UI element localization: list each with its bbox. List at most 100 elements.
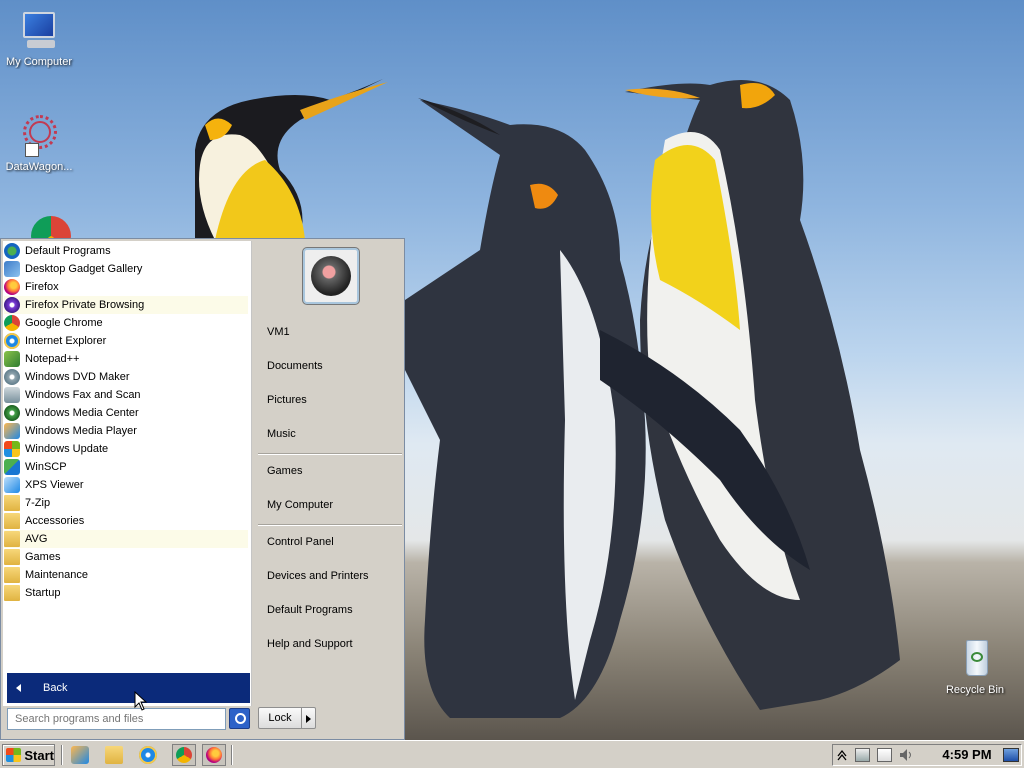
- user-picture[interactable]: [303, 248, 359, 304]
- right-item-default-programs[interactable]: Default Programs: [267, 601, 353, 619]
- program-internet-explorer[interactable]: Internet Explorer: [4, 332, 248, 350]
- program-label: Maintenance: [25, 569, 88, 581]
- search-icon[interactable]: [229, 708, 250, 729]
- right-item-help-and-support[interactable]: Help and Support: [267, 635, 353, 653]
- desktop-icon-datawagon[interactable]: DataWagon...: [2, 115, 76, 174]
- taskbar-separator: [61, 745, 63, 765]
- power-options-arrow-button[interactable]: [302, 707, 316, 729]
- firefox-task-button[interactable]: [202, 744, 226, 766]
- desktop-icon-recycle-bin[interactable]: Recycle Bin: [938, 638, 1012, 697]
- desktop-icon-label: DataWagon...: [5, 161, 73, 173]
- separator: [258, 524, 402, 526]
- right-item-user[interactable]: VM1: [267, 323, 290, 341]
- program-label: Windows Fax and Scan: [25, 389, 141, 401]
- folder-icon: [4, 531, 20, 547]
- action-center-flag-icon[interactable]: [877, 748, 892, 762]
- folder-7-zip[interactable]: 7-Zip: [4, 494, 248, 512]
- separator: [258, 453, 402, 455]
- program-windows-dvd-maker[interactable]: Windows DVD Maker: [4, 368, 248, 386]
- desktop-icon-label: Recycle Bin: [945, 684, 1005, 696]
- shortcut-arrow-icon: [25, 143, 39, 157]
- folder-startup[interactable]: Startup: [4, 584, 248, 602]
- show-hidden-icons-icon[interactable]: [837, 748, 852, 762]
- right-item-documents[interactable]: Documents: [267, 357, 323, 375]
- folder-avg[interactable]: AVG: [4, 530, 248, 548]
- program-label: Windows Update: [25, 443, 109, 455]
- explorer-folder-icon[interactable]: [105, 746, 123, 764]
- dvd-maker-icon: [4, 369, 20, 385]
- gadget-gallery-icon: [4, 261, 20, 277]
- volume-icon[interactable]: [899, 748, 914, 762]
- program-desktop-gadget-gallery[interactable]: Desktop Gadget Gallery: [4, 260, 248, 278]
- program-notepad-plus-plus[interactable]: Notepad++: [4, 350, 248, 368]
- folder-icon: [4, 585, 20, 601]
- mouse-cursor-icon: [134, 691, 148, 711]
- default-programs-icon: [4, 243, 20, 259]
- right-item-music[interactable]: Music: [267, 425, 296, 443]
- program-label: XPS Viewer: [25, 479, 84, 491]
- back-button[interactable]: Back: [7, 673, 250, 703]
- search-input[interactable]: [7, 708, 226, 730]
- program-google-chrome[interactable]: Google Chrome: [4, 314, 248, 332]
- program-windows-update[interactable]: Windows Update: [4, 440, 248, 458]
- program-label: AVG: [25, 533, 48, 545]
- chrome-icon: [4, 315, 20, 331]
- right-item-control-panel[interactable]: Control Panel: [267, 533, 334, 551]
- firefox-icon: [206, 747, 222, 763]
- program-label: Notepad++: [25, 353, 80, 365]
- start-menu: Default Programs Desktop Gadget Gallery …: [0, 238, 405, 740]
- lock-button[interactable]: Lock: [258, 707, 302, 729]
- media-center-icon: [4, 405, 20, 421]
- chrome-task-button[interactable]: [172, 744, 196, 766]
- notepad-plus-icon: [4, 351, 20, 367]
- windows-logo-icon: [6, 748, 22, 762]
- start-label: Start: [24, 747, 54, 763]
- right-item-pictures[interactable]: Pictures: [267, 391, 307, 409]
- program-label: Windows DVD Maker: [25, 371, 130, 383]
- program-label: Internet Explorer: [25, 335, 107, 347]
- start-button[interactable]: Start: [2, 744, 55, 766]
- back-arrow-icon: [16, 684, 21, 692]
- right-item-games[interactable]: Games: [267, 462, 302, 480]
- program-label: Desktop Gadget Gallery: [25, 263, 143, 275]
- clock[interactable]: 4:59 PM: [937, 745, 997, 765]
- program-label: Firefox: [25, 281, 59, 293]
- firefox-icon: [4, 279, 20, 295]
- program-label: Accessories: [25, 515, 85, 527]
- program-firefox-private-browsing[interactable]: Firefox Private Browsing: [4, 296, 248, 314]
- media-player-icon[interactable]: [71, 746, 89, 764]
- program-label: Games: [25, 551, 61, 563]
- folder-icon: [4, 495, 20, 511]
- program-label: Google Chrome: [25, 317, 103, 329]
- program-windows-fax-and-scan[interactable]: Windows Fax and Scan: [4, 386, 248, 404]
- program-windows-media-player[interactable]: Windows Media Player: [4, 422, 248, 440]
- program-label: Firefox Private Browsing: [25, 299, 145, 311]
- desktop-icon-my-computer[interactable]: My Computer: [2, 10, 76, 69]
- folder-accessories[interactable]: Accessories: [4, 512, 248, 530]
- folder-icon: [4, 567, 20, 583]
- program-windows-media-center[interactable]: Windows Media Center: [4, 404, 248, 422]
- program-firefox[interactable]: Firefox: [4, 278, 248, 296]
- media-player-icon: [4, 423, 20, 439]
- system-tray: 4:59 PM: [832, 744, 1022, 766]
- right-item-my-computer[interactable]: My Computer: [267, 496, 333, 514]
- show-desktop-icon[interactable]: [1003, 748, 1019, 762]
- internet-explorer-icon[interactable]: [139, 746, 157, 764]
- computer-icon: [17, 10, 61, 54]
- folder-maintenance[interactable]: Maintenance: [4, 566, 248, 584]
- desktop-icon-label: My Computer: [5, 56, 73, 68]
- network-icon[interactable]: [855, 748, 870, 762]
- firefox-private-icon: [4, 297, 20, 313]
- folder-icon: [4, 513, 20, 529]
- program-xps-viewer[interactable]: XPS Viewer: [4, 476, 248, 494]
- back-label: Back: [43, 682, 68, 694]
- program-winscp[interactable]: WinSCP: [4, 458, 248, 476]
- program-label: 7-Zip: [25, 497, 51, 509]
- recycle-bin-icon: [953, 638, 997, 682]
- start-menu-right-pane: VM1 Documents Pictures Music Games My Co…: [254, 239, 404, 739]
- folder-games[interactable]: Games: [4, 548, 248, 566]
- windows-update-icon: [4, 441, 20, 457]
- program-default-programs[interactable]: Default Programs: [4, 242, 248, 260]
- right-item-devices-and-printers[interactable]: Devices and Printers: [267, 567, 369, 585]
- program-label: Startup: [25, 587, 61, 599]
